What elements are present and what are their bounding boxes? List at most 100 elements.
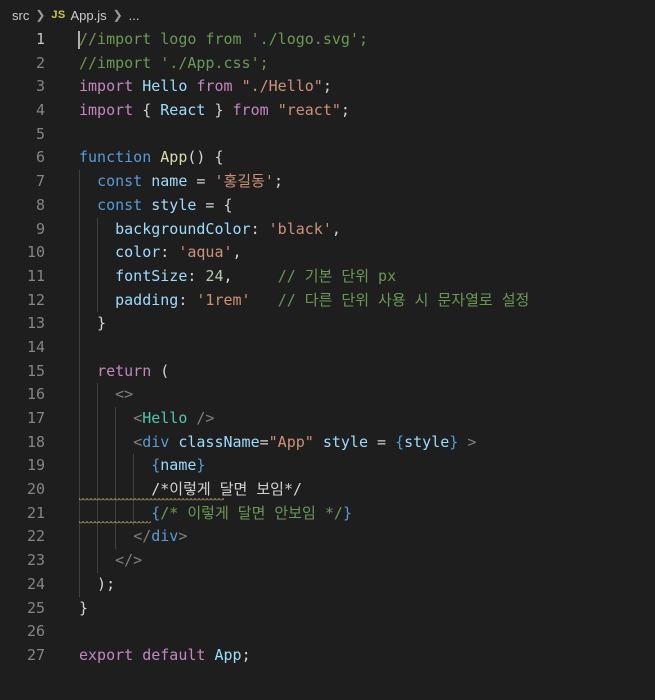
code-token: from bbox=[232, 101, 269, 120]
code-token: : bbox=[160, 243, 179, 262]
code-token: <> bbox=[115, 385, 134, 404]
code-text: export default App; bbox=[79, 644, 251, 668]
line-number: 5 bbox=[35, 124, 45, 143]
line-number: 23 bbox=[26, 551, 45, 570]
code-line[interactable]: 1 //import logo from './logo.svg'; bbox=[0, 28, 655, 52]
code-token: ; bbox=[273, 172, 283, 191]
code-token: // 다른 단위 사용 시 문자열로 설정 bbox=[277, 290, 530, 309]
code-token: } bbox=[79, 598, 89, 617]
code-editor[interactable]: 1 //import logo from './logo.svg'; 2 //impo… bbox=[0, 28, 655, 668]
breadcrumb-file[interactable]: App.js bbox=[70, 8, 106, 23]
code-line[interactable]: 18 <div className="App" style = {style} … bbox=[0, 430, 655, 455]
code-token: // 기본 단위 px bbox=[277, 266, 397, 285]
code-token: { bbox=[133, 101, 161, 120]
chevron-right-icon: ❯ bbox=[35, 8, 46, 22]
code-line[interactable]: 21 {/* 이렇게 달면 안보임 */} bbox=[0, 501, 655, 526]
code-token: Hello bbox=[142, 409, 188, 427]
line-number: 25 bbox=[26, 598, 45, 617]
code-token: ; bbox=[340, 101, 350, 120]
line-number: 19 bbox=[26, 456, 45, 475]
code-line[interactable]: 23 </> bbox=[0, 549, 655, 573]
code-line[interactable]: 14 bbox=[0, 335, 655, 360]
code-line[interactable]: 22 </div> bbox=[0, 525, 655, 550]
code-token: < bbox=[133, 432, 143, 451]
line-number: 9 bbox=[35, 219, 45, 238]
code-token: > bbox=[467, 432, 477, 451]
code-line[interactable]: 25} bbox=[0, 597, 655, 621]
code-token: = { bbox=[196, 195, 233, 214]
code-text: color: 'aqua', bbox=[79, 241, 242, 265]
code-line[interactable]: 2 //import './App.css'; bbox=[0, 52, 655, 76]
code-text: </> bbox=[79, 549, 142, 573]
line-number: 2 bbox=[35, 53, 45, 72]
code-line[interactable]: 20 /*이렇게 달면 보임*/ bbox=[0, 478, 655, 502]
code-line[interactable]: 7 const name = '홍길동'; bbox=[0, 170, 655, 194]
code-text: <Hello /> bbox=[79, 407, 214, 431]
code-line[interactable]: 13 } bbox=[0, 312, 655, 336]
line-number: 11 bbox=[26, 266, 45, 285]
code-token: "./Hello" bbox=[241, 77, 323, 96]
code-token: 24 bbox=[205, 266, 224, 285]
code-line[interactable]: 17 <Hello /> bbox=[0, 407, 655, 431]
code-token: const bbox=[97, 172, 143, 191]
code-token: /> bbox=[196, 409, 215, 427]
code-token: { bbox=[151, 456, 161, 475]
line-number: 12 bbox=[26, 290, 45, 309]
code-text: </div> bbox=[79, 525, 187, 549]
code-token: </ bbox=[133, 527, 152, 546]
code-line[interactable]: 15 return ( bbox=[0, 359, 655, 384]
code-token: = bbox=[187, 172, 215, 191]
code-line[interactable]: 27 export default App; bbox=[0, 644, 655, 668]
code-token: import bbox=[79, 77, 134, 96]
code-text: //import './App.css'; bbox=[79, 52, 269, 76]
code-line[interactable]: 3 import Hello from "./Hello"; bbox=[0, 75, 655, 99]
code-line[interactable]: 24 ); bbox=[0, 572, 655, 597]
code-token: return bbox=[97, 361, 152, 380]
code-line[interactable]: 9 backgroundColor: 'black', bbox=[0, 217, 655, 242]
code-line[interactable]: 5 bbox=[0, 123, 655, 147]
code-text: } bbox=[79, 597, 88, 621]
code-token: } bbox=[205, 101, 233, 120]
code-token: } bbox=[196, 456, 206, 475]
code-text: return ( bbox=[79, 360, 169, 384]
code-line[interactable]: 8 const style = { bbox=[0, 193, 655, 218]
code-token: div bbox=[142, 432, 170, 451]
code-line[interactable]: 10 color: 'aqua', bbox=[0, 241, 655, 265]
code-line[interactable]: 6 function App() { bbox=[0, 146, 655, 170]
code-token: } bbox=[449, 432, 459, 451]
code-text: //import logo from './logo.svg'; bbox=[79, 28, 368, 52]
line-number: 16 bbox=[26, 385, 45, 404]
code-token: default bbox=[142, 645, 206, 664]
breadcrumb-folder[interactable]: src bbox=[12, 8, 29, 23]
code-line[interactable]: 11 fontSize: 24, // 기본 단위 px bbox=[0, 264, 655, 289]
code-line[interactable]: 16 <> bbox=[0, 383, 655, 407]
code-line[interactable]: 26 bbox=[0, 620, 655, 644]
code-token: padding bbox=[115, 290, 179, 309]
line-number: 27 bbox=[26, 645, 45, 664]
code-token: : bbox=[178, 290, 197, 309]
chevron-right-icon: ❯ bbox=[112, 8, 123, 22]
line-number: 15 bbox=[26, 361, 45, 380]
breadcrumb-more[interactable]: ... bbox=[129, 8, 140, 23]
line-number: 7 bbox=[35, 172, 45, 191]
line-number: 18 bbox=[26, 432, 45, 451]
code-line[interactable]: 12 padding: '1rem' // 다른 단위 사용 시 문자열로 설정 bbox=[0, 288, 655, 313]
code-line[interactable]: 19 {name} bbox=[0, 454, 655, 479]
code-token: "App" bbox=[268, 432, 314, 451]
code-text: padding: '1rem' // 다른 단위 사용 시 문자열로 설정 bbox=[79, 289, 529, 313]
code-line[interactable]: 4 import { React } from "react"; bbox=[0, 99, 655, 123]
code-token: ( bbox=[151, 361, 170, 380]
code-token: App bbox=[160, 148, 188, 167]
code-token: , bbox=[232, 243, 242, 262]
